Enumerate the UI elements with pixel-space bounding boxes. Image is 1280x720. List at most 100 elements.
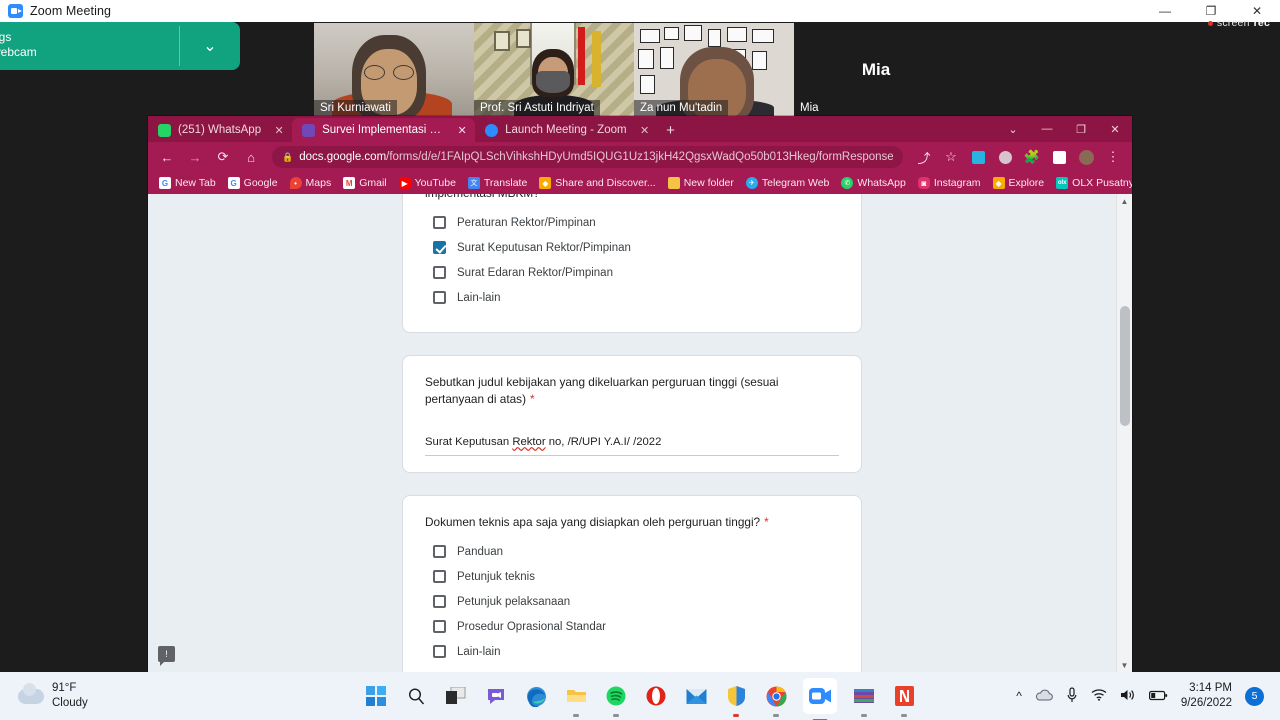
checkbox-peraturan-rektor[interactable]: [433, 216, 446, 230]
opera-icon[interactable]: [643, 683, 669, 709]
winrar-icon[interactable]: [851, 683, 877, 717]
new-tab-button[interactable]: +: [658, 118, 684, 142]
bookmark-gmail[interactable]: M Gmail: [338, 175, 391, 191]
browser-close-button[interactable]: ✕: [1098, 116, 1132, 142]
bookmark-new-folder[interactable]: New folder: [663, 175, 739, 191]
clock[interactable]: 3:14 PM 9/26/2022: [1181, 681, 1232, 710]
checkbox-petunjuk-teknis[interactable]: [433, 570, 446, 584]
weather-widget[interactable]: 91°F Cloudy: [18, 681, 88, 710]
onedrive-cloud-icon[interactable]: [1035, 689, 1053, 704]
back-button[interactable]: ←: [154, 144, 180, 170]
feedback-icon[interactable]: !: [158, 646, 175, 666]
bookmark-google[interactable]: G Google: [223, 175, 283, 191]
address-bar[interactable]: 🔒 docs.google.com/forms/d/e/1FAIpQLSchVi…: [272, 146, 903, 168]
bookmark-translate[interactable]: 文 Translate: [463, 175, 532, 191]
browser-tab-survei[interactable]: Survei Implementasi Kebijakan P... ✕: [292, 118, 476, 142]
checkbox-option[interactable]: Lain-lain: [433, 291, 839, 305]
checkbox-label: Peraturan Rektor/Pimpinan: [457, 216, 596, 229]
extension-puzzle-icon[interactable]: 🧩: [1019, 144, 1045, 170]
tray-overflow-icon[interactable]: ^: [1016, 689, 1022, 703]
bookmark-share-discover[interactable]: ◆ Share and Discover...: [534, 175, 660, 191]
bookmark-telegram[interactable]: ✈ Telegram Web: [741, 175, 835, 191]
shield-icon[interactable]: [723, 683, 749, 717]
reload-button[interactable]: ⟳: [210, 144, 236, 170]
participant-tile-self[interactable]: Mia Mia: [794, 23, 958, 117]
participant-tile[interactable]: Sri Kurniawati: [314, 23, 474, 117]
tab-close-icon[interactable]: ✕: [272, 124, 286, 137]
share-icon[interactable]: ⤴: [911, 144, 937, 170]
checkbox-label: Petunjuk pelaksanaan: [457, 595, 571, 608]
profile-avatar[interactable]: [1073, 144, 1099, 170]
home-button[interactable]: ⌂: [238, 144, 264, 170]
browser-maximize-button[interactable]: ❐: [1064, 116, 1098, 142]
whatsapp-icon: [158, 123, 171, 137]
checkbox-option[interactable]: Lain-lain: [433, 645, 839, 659]
extension-blue-icon[interactable]: [965, 144, 991, 170]
checkbox-option[interactable]: Surat Keputusan Rektor/Pimpinan: [433, 241, 839, 255]
task-view-icon[interactable]: [443, 683, 469, 709]
notification-badge[interactable]: 5: [1245, 686, 1264, 706]
scrollbar-thumb[interactable]: [1120, 306, 1130, 426]
cloud-icon: [18, 682, 44, 704]
bookmark-new-tab[interactable]: G New Tab: [154, 175, 221, 191]
nitro-pdf-icon[interactable]: [891, 683, 917, 717]
file-explorer-icon[interactable]: [563, 683, 589, 717]
vertical-scrollbar[interactable]: ▲ ▼: [1116, 194, 1132, 672]
checkbox-petunjuk-pelaksanaan[interactable]: [433, 595, 446, 609]
bookmark-star-icon[interactable]: ☆: [938, 144, 964, 170]
checkbox-option[interactable]: Surat Edaran Rektor/Pimpinan: [433, 266, 839, 280]
short-answer-input[interactable]: Surat Keputusan Rektor no, /R/UPI Y.A.I/…: [425, 432, 839, 457]
lock-icon: 🔒: [282, 151, 294, 162]
start-button[interactable]: [363, 683, 389, 709]
spotify-icon[interactable]: [603, 683, 629, 717]
checkbox-option[interactable]: Petunjuk teknis: [433, 570, 839, 584]
microphone-icon[interactable]: [1066, 686, 1078, 706]
checkbox-surat-keputusan-rektor[interactable]: [433, 241, 446, 255]
search-icon[interactable]: [403, 683, 429, 709]
checkbox-lain-lain[interactable]: [433, 645, 446, 659]
checkbox-option[interactable]: Peraturan Rektor/Pimpinan: [433, 216, 839, 230]
extension-dark-icon[interactable]: [992, 144, 1018, 170]
scroll-up-arrow[interactable]: ▲: [1117, 194, 1132, 208]
form-card-question-3: Dokumen teknis apa saja yang disiapkan o…: [402, 495, 862, 672]
zoom-webcam-settings-button[interactable]: ngs webcam ⌄: [0, 22, 240, 70]
battery-icon[interactable]: [1148, 689, 1168, 704]
wifi-icon[interactable]: [1091, 688, 1107, 704]
bookmark-youtube[interactable]: ▶ YouTube: [394, 175, 461, 191]
mail-icon[interactable]: [683, 683, 709, 709]
chrome-menu-button[interactable]: ⋮: [1100, 144, 1126, 170]
forward-button[interactable]: →: [182, 144, 208, 170]
bookmark-instagram[interactable]: ◙ Instagram: [913, 175, 986, 191]
participant-tile[interactable]: Prof. Sri Astuti Indriyat: [474, 23, 634, 117]
chevron-down-icon[interactable]: ⌄: [180, 22, 240, 70]
tab-close-icon[interactable]: ✕: [638, 124, 652, 137]
checkbox-panduan[interactable]: [433, 545, 446, 559]
bookmark-olx[interactable]: olxOLX Pusatnya Nge-...: [1051, 175, 1132, 191]
zoom-minimize-button[interactable]: —: [1142, 0, 1188, 22]
checkbox-surat-edaran-rektor[interactable]: [433, 266, 446, 280]
bookmark-whatsapp[interactable]: ✆ WhatsApp: [836, 175, 910, 191]
running-indicator: [733, 714, 739, 717]
edge-icon[interactable]: [523, 683, 549, 709]
search-tabs-button[interactable]: ⌄: [996, 116, 1030, 142]
participant-tile[interactable]: Za nun Mu'tadin: [634, 23, 794, 117]
zoom-icon[interactable]: [803, 678, 837, 720]
browser-minimize-button[interactable]: —: [1030, 116, 1064, 142]
chrome-icon[interactable]: [763, 683, 789, 717]
tab-close-icon[interactable]: ✕: [455, 124, 469, 137]
bookmark-label: Instagram: [933, 177, 981, 189]
browser-tab-whatsapp[interactable]: (251) WhatsApp ✕: [148, 118, 292, 142]
checkbox-lain-lain[interactable]: [433, 291, 446, 305]
chat-icon[interactable]: [483, 683, 509, 709]
extension-white-icon[interactable]: [1046, 144, 1072, 170]
scroll-down-arrow[interactable]: ▼: [1117, 658, 1132, 672]
checkbox-option[interactable]: Petunjuk pelaksanaan: [433, 595, 839, 609]
browser-tab-zoom[interactable]: Launch Meeting - Zoom ✕: [475, 118, 657, 142]
checkbox-prosedur-oprasional-standar[interactable]: [433, 620, 446, 634]
bookmark-explore[interactable]: ◆ Explore: [988, 175, 1050, 191]
bookmarks-bar: G New Tab G Google • Maps M Gmail ▶ YouTube 文…: [148, 172, 1132, 194]
bookmark-maps[interactable]: • Maps: [285, 175, 337, 191]
checkbox-option[interactable]: Panduan: [433, 545, 839, 559]
checkbox-option[interactable]: Prosedur Oprasional Standar: [433, 620, 839, 634]
volume-icon[interactable]: [1120, 688, 1136, 705]
